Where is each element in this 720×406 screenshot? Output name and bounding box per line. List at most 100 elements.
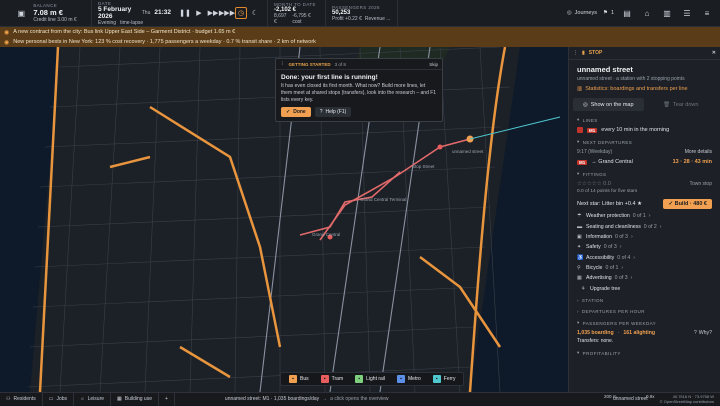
mode-tram[interactable]: ▪ Tram [316,374,348,384]
chevron-down-icon: ▾ [577,320,580,325]
chevron-right-icon: › [630,275,633,282]
fitting-bicycle[interactable]: ⚲ Bicycle 0 of 1 › [569,263,720,273]
fittings-list: ☂ Weather protection 0 of 1 › ▬ Seating and … [569,211,720,284]
chevron-right-icon: › [621,265,624,272]
why-button[interactable]: ? Why? [694,330,712,336]
show-on-map-button[interactable]: ◎ Show on the map [573,98,644,111]
departure-row[interactable]: M1 → Grand Central 13 · 28 · 43 min [569,157,720,167]
night-mode-icon[interactable]: ☾ [249,7,261,19]
notifications-button[interactable]: ⚑ 1 [603,10,614,16]
chevron-right-icon: › [630,233,633,240]
stop-title[interactable]: unnamed street [569,60,720,76]
drag-handle-icon[interactable]: ⋮ [280,61,285,67]
fittings-caption: FITTINGS [582,171,607,177]
mode-metro[interactable]: ▪ Metro [392,374,426,384]
station-section[interactable]: › STATION [569,294,720,305]
layer-leisure[interactable]: ☼ Leisure [74,392,112,406]
mode-bus[interactable]: ▪ Bus [284,374,314,384]
fitting-label: Bicycle [586,265,603,272]
close-icon[interactable]: ✕ [712,50,716,56]
fittings-section[interactable]: ▾ FITTINGS [569,167,720,179]
book-icon[interactable]: ▤ [620,6,634,20]
upgrade-tree-link[interactable]: ⚘ Upgrade tree [569,284,720,294]
stop-panel: ⋮ ▮ STOP ✕ unnamed street unnamed street… [568,47,720,392]
people-icon: ⚇ [6,396,11,402]
departures-hour-caption: DEPARTURES PER HOUR [581,309,645,314]
layer-jobs[interactable]: ▭ Jobs [43,392,75,406]
map-label: Stop Street [412,164,435,169]
ticker-item[interactable]: ◉ New personal bests in New York: 123 % c… [0,37,720,47]
tear-down-button[interactable]: 🗑 Tear down [646,98,717,111]
menu-icon[interactable]: ≡ [700,6,714,20]
chart-icon[interactable]: ▥ [660,6,674,20]
fitting-label: Seating and cleanliness [586,223,641,230]
play-button[interactable]: ▶ [193,7,205,19]
ticker-item[interactable]: ◉ A new contract from the city: Bus link … [0,27,720,37]
build-button[interactable]: ✓ Build · 480 € [663,199,712,209]
add-layer-button[interactable]: + [159,392,175,406]
upgrade-tree-label: Upgrade tree [590,285,621,292]
fitting-advertising[interactable]: ▦ Advertising 0 of 3 › [569,273,720,283]
tutorial-caption: GETTING STARTED [288,61,331,67]
lines-section[interactable]: ▾ LINES [569,113,720,125]
layer-residents[interactable]: ⚇ Residents [0,392,43,406]
tree-icon: ⚘ [581,285,586,292]
fitting-seating[interactable]: ▬ Seating and cleanliness 0 of 2 › [569,221,720,231]
flag-icon: ⚑ [603,10,608,16]
departures-section[interactable]: ▾ NEXT DEPARTURES [569,135,720,147]
passengers-weekday-caption: PASSENGERS PER WEEKDAY [582,320,657,326]
line-text: every 10 min in the morning [601,127,670,133]
fastest-button[interactable]: ▶▶▶ [219,7,235,19]
fitting-label: Weather protection [586,213,630,220]
fitting-accessibility[interactable]: ♿ Accessibility 0 of 4 › [569,253,720,263]
separator: · [617,330,620,336]
fitting-weather[interactable]: ☂ Weather protection 0 of 1 › [569,211,720,221]
stats-icon: ▥ [577,86,583,92]
departures-caption: NEXT DEPARTURES [582,139,633,145]
line-row[interactable]: M1 every 10 min in the morning [569,125,720,135]
separator: → [322,396,328,402]
profitability-section[interactable]: ▾ PROFITABILITY [569,346,720,358]
departures-hour-section[interactable]: › DEPARTURES PER HOUR [569,305,720,316]
departure-times: 13 · 28 · 43 min [672,159,712,165]
passengers-weekday-section[interactable]: ▾ PASSENGERS PER WEEKDAY [569,316,720,328]
status-text: unnamed street: M1 · 1,035 boardings/day… [175,393,395,406]
help-button[interactable]: ? Help (F1) [314,107,352,117]
drag-handle-icon[interactable]: ⋮ [573,50,578,56]
time-mode: time-lapse [120,19,144,26]
ticker-text: New personal bests in New York: 123 % co… [13,39,316,45]
layer-building[interactable]: ▦ Building use [111,392,159,406]
mode-ferry[interactable]: ▪ Ferry [428,374,461,384]
more-details-link[interactable]: More details [685,149,712,155]
news-ticker: ◉ A new contract from the city: Bus link … [0,27,720,47]
info-icon: ▣ [577,233,582,240]
mode-light-rail[interactable]: ▪ Light rail [350,374,390,384]
access-icon: ♿ [577,254,584,261]
pause-button[interactable]: ❚❚ [179,7,191,19]
done-button[interactable]: ✓ Done [281,107,311,117]
zoom-level: 0.9x [646,394,655,399]
ticker-text: A new contract from the city: Bus link U… [13,29,236,35]
fitting-safety[interactable]: ✦ Safety 0 of 3 › [569,242,720,252]
help-label: Help (F1) [325,109,347,115]
departure-badge: M1 [577,159,588,165]
chevron-down-icon: ▾ [577,171,580,176]
statistics-link[interactable]: ▥ Statistics: boardings and transfers per… [569,82,720,96]
skip-button[interactable]: Skip [429,62,438,67]
map-label: Grand Central Terminal [360,197,407,202]
tutorial-progress: 3 of 8 [334,61,346,67]
line-badge: M1 [587,127,598,133]
bank-icon[interactable]: ⌂ [640,6,654,20]
passengers-revenue: Revenue ... [364,15,391,22]
fitting-information[interactable]: ▣ Information 0 of 3 › [569,232,720,242]
journeys-label: Journeys [574,10,597,16]
list-icon[interactable]: ☰ [680,6,694,20]
journeys-icon: ◎ [566,10,572,16]
journeys-button[interactable]: ◎ Journeys [567,10,597,16]
transfers-text: Transfers: none. [577,338,614,344]
stop-marker[interactable] [437,144,443,150]
date-value: 5 February 2026 [98,5,132,20]
panel-caption: STOP [588,50,603,56]
fast-forward-button[interactable]: ▶▶ [207,7,219,19]
timelapse-button[interactable]: ◷ [235,7,247,19]
